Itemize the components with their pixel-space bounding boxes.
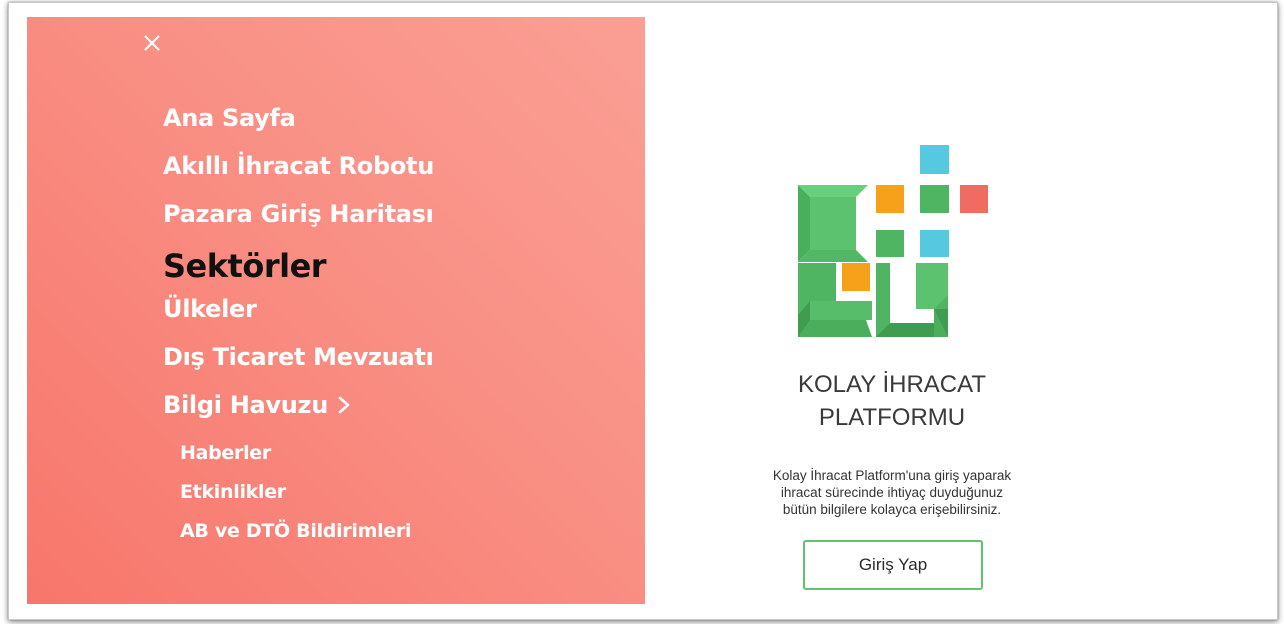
brand-description: Kolay İhracat Platform'una giriş yaparak… [742,467,1042,518]
login-button[interactable]: Giriş Yap [803,540,983,590]
nav-item-akilli-ihracat-robotu[interactable]: Akıllı İhracat Robotu [163,152,434,180]
nav-item-ana-sayfa[interactable]: Ana Sayfa [163,104,296,132]
nav-item-pazara-giris-haritasi[interactable]: Pazara Giriş Haritası [163,200,434,228]
nav-item-bilgi-havuzu[interactable]: Bilgi Havuzu [163,391,350,420]
nav-item-ulkeler[interactable]: Ülkeler [163,295,257,323]
nav-item-dis-ticaret-mevzuati[interactable]: Dış Ticaret Mevzuatı [163,343,434,371]
close-icon [144,35,160,51]
subnav-item-etkinlikler[interactable]: Etkinlikler [180,481,286,503]
kolay-ihracat-logo [798,145,988,337]
nav-item-sektorler[interactable]: Sektörler [163,247,327,285]
brand-description-line-1: Kolay İhracat Platform'una giriş yaparak [772,468,1012,483]
subnav-item-haberler[interactable]: Haberler [180,442,271,464]
brand-title: KOLAY İHRACAT PLATFORMU [742,368,1042,434]
brand-description-line-2: ihracat sürecinde ihtiyaç duyduğunuz [780,485,1004,500]
chevron-right-icon [338,392,350,420]
nav-item-bilgi-havuzu-label: Bilgi Havuzu [163,391,328,419]
close-button[interactable] [141,32,163,54]
brand-title-line-2: PLATFORMU [818,404,966,431]
brand-title-line-1: KOLAY İHRACAT [797,371,987,398]
brand-description-line-3: bütün bilgilere kolayca erişebilirsiniz. [782,502,1002,517]
side-menu-panel [27,17,645,604]
subnav-item-ab-ve-dto-bildirimleri[interactable]: AB ve DTÖ Bildirimleri [180,520,411,542]
